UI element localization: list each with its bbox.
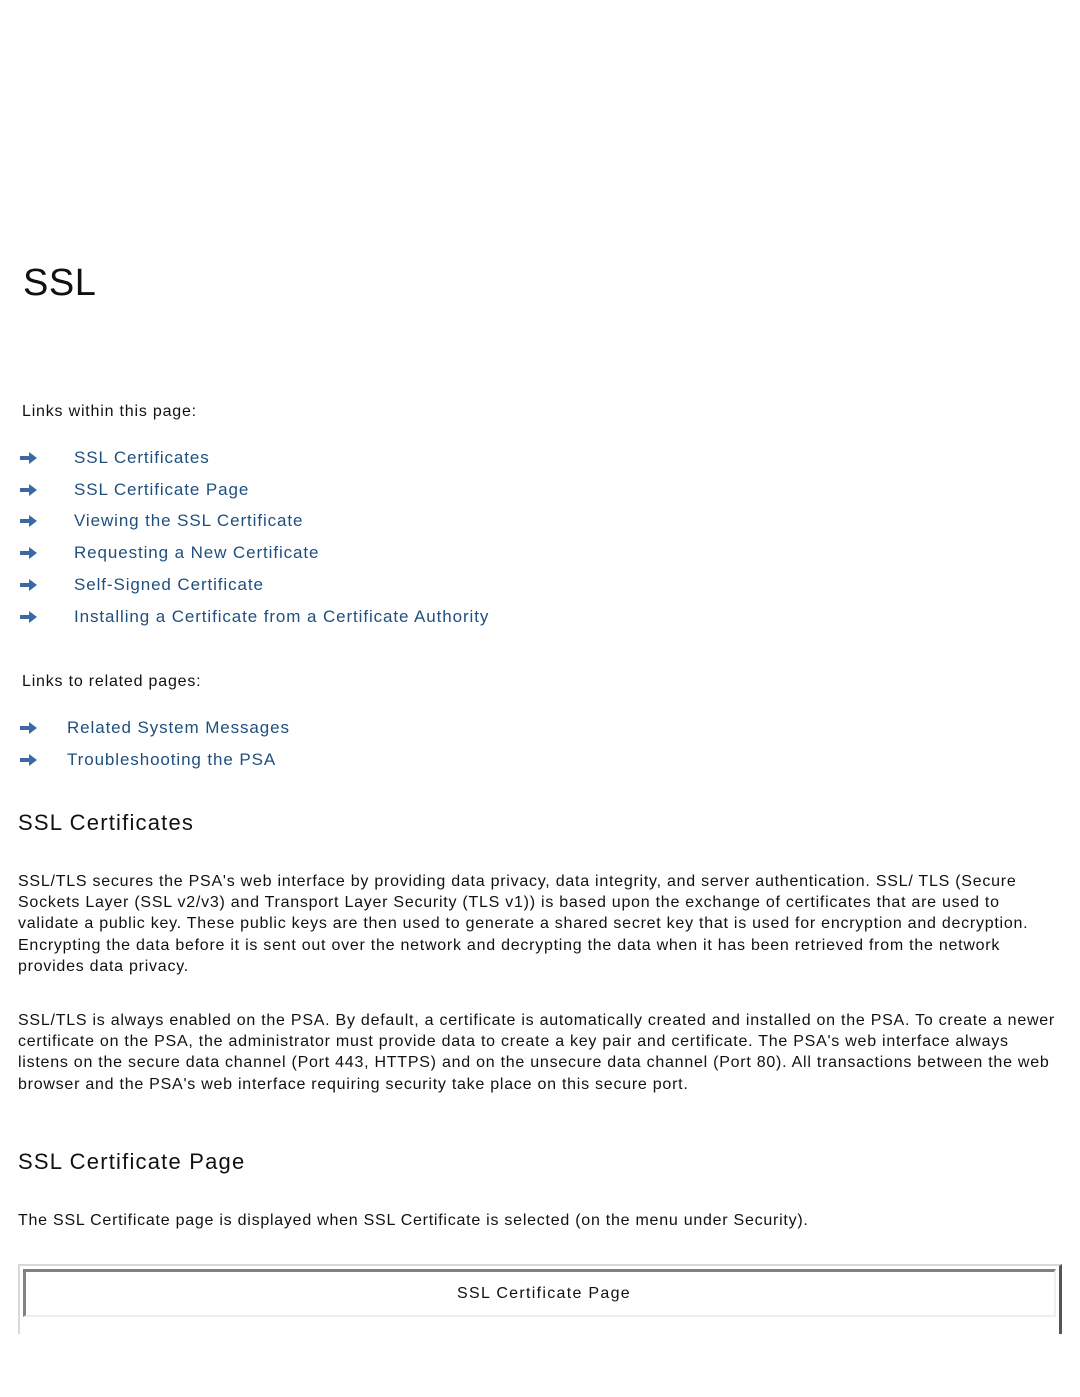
link-related-system-messages[interactable]: Related System Messages: [67, 718, 290, 738]
arrow-right-icon: [19, 578, 39, 592]
link-self-signed-certificate[interactable]: Self-Signed Certificate: [74, 575, 264, 595]
list-item: Viewing the SSL Certificate: [19, 506, 489, 538]
links-related-label: Links to related pages:: [22, 673, 202, 690]
arrow-right-icon: [19, 753, 39, 767]
section-heading-ssl-certificate-page: SSL Certificate Page: [18, 1149, 246, 1174]
figure-frame: SSL Certificate Page: [18, 1264, 1062, 1334]
figure-caption: SSL Certificate Page: [457, 1284, 631, 1302]
arrow-right-icon: [19, 514, 39, 528]
list-item: Troubleshooting the PSA: [19, 744, 290, 776]
paragraph-ssl-tls-enabled: SSL/TLS is always enabled on the PSA. By…: [18, 1012, 1056, 1093]
list-item: SSL Certificate Page: [19, 474, 489, 506]
section-heading-ssl-certificates: SSL Certificates: [18, 810, 195, 835]
figure-caption-box: SSL Certificate Page: [23, 1269, 1056, 1317]
arrow-right-icon: [19, 610, 39, 624]
list-item: SSL Certificates: [19, 442, 489, 474]
link-ssl-certificate-page[interactable]: SSL Certificate Page: [74, 480, 249, 500]
arrow-right-icon: [19, 721, 39, 735]
link-requesting-new-certificate[interactable]: Requesting a New Certificate: [74, 543, 319, 563]
arrow-right-icon: [19, 451, 39, 465]
paragraph-ssl-certificate-page: The SSL Certificate page is displayed wh…: [18, 1212, 809, 1229]
page-title: SSL: [23, 262, 97, 304]
link-ssl-certificates[interactable]: SSL Certificates: [74, 448, 210, 468]
link-troubleshooting-psa[interactable]: Troubleshooting the PSA: [67, 750, 276, 770]
paragraph-ssl-tls-overview: SSL/TLS secures the PSA's web interface …: [18, 873, 1029, 975]
link-installing-certificate-from-ca[interactable]: Installing a Certificate from a Certific…: [74, 607, 489, 627]
link-viewing-ssl-certificate[interactable]: Viewing the SSL Certificate: [74, 511, 303, 531]
list-item: Installing a Certificate from a Certific…: [19, 601, 489, 633]
list-item: Requesting a New Certificate: [19, 537, 489, 569]
links-within-label: Links within this page:: [22, 403, 197, 420]
list-item: Self-Signed Certificate: [19, 569, 489, 601]
links-within-list: SSL Certificates SSL Certificate Page Vi…: [19, 442, 489, 633]
arrow-right-icon: [19, 483, 39, 497]
arrow-right-icon: [19, 546, 39, 560]
links-related-list: Related System Messages Troubleshooting …: [19, 712, 290, 776]
list-item: Related System Messages: [19, 712, 290, 744]
